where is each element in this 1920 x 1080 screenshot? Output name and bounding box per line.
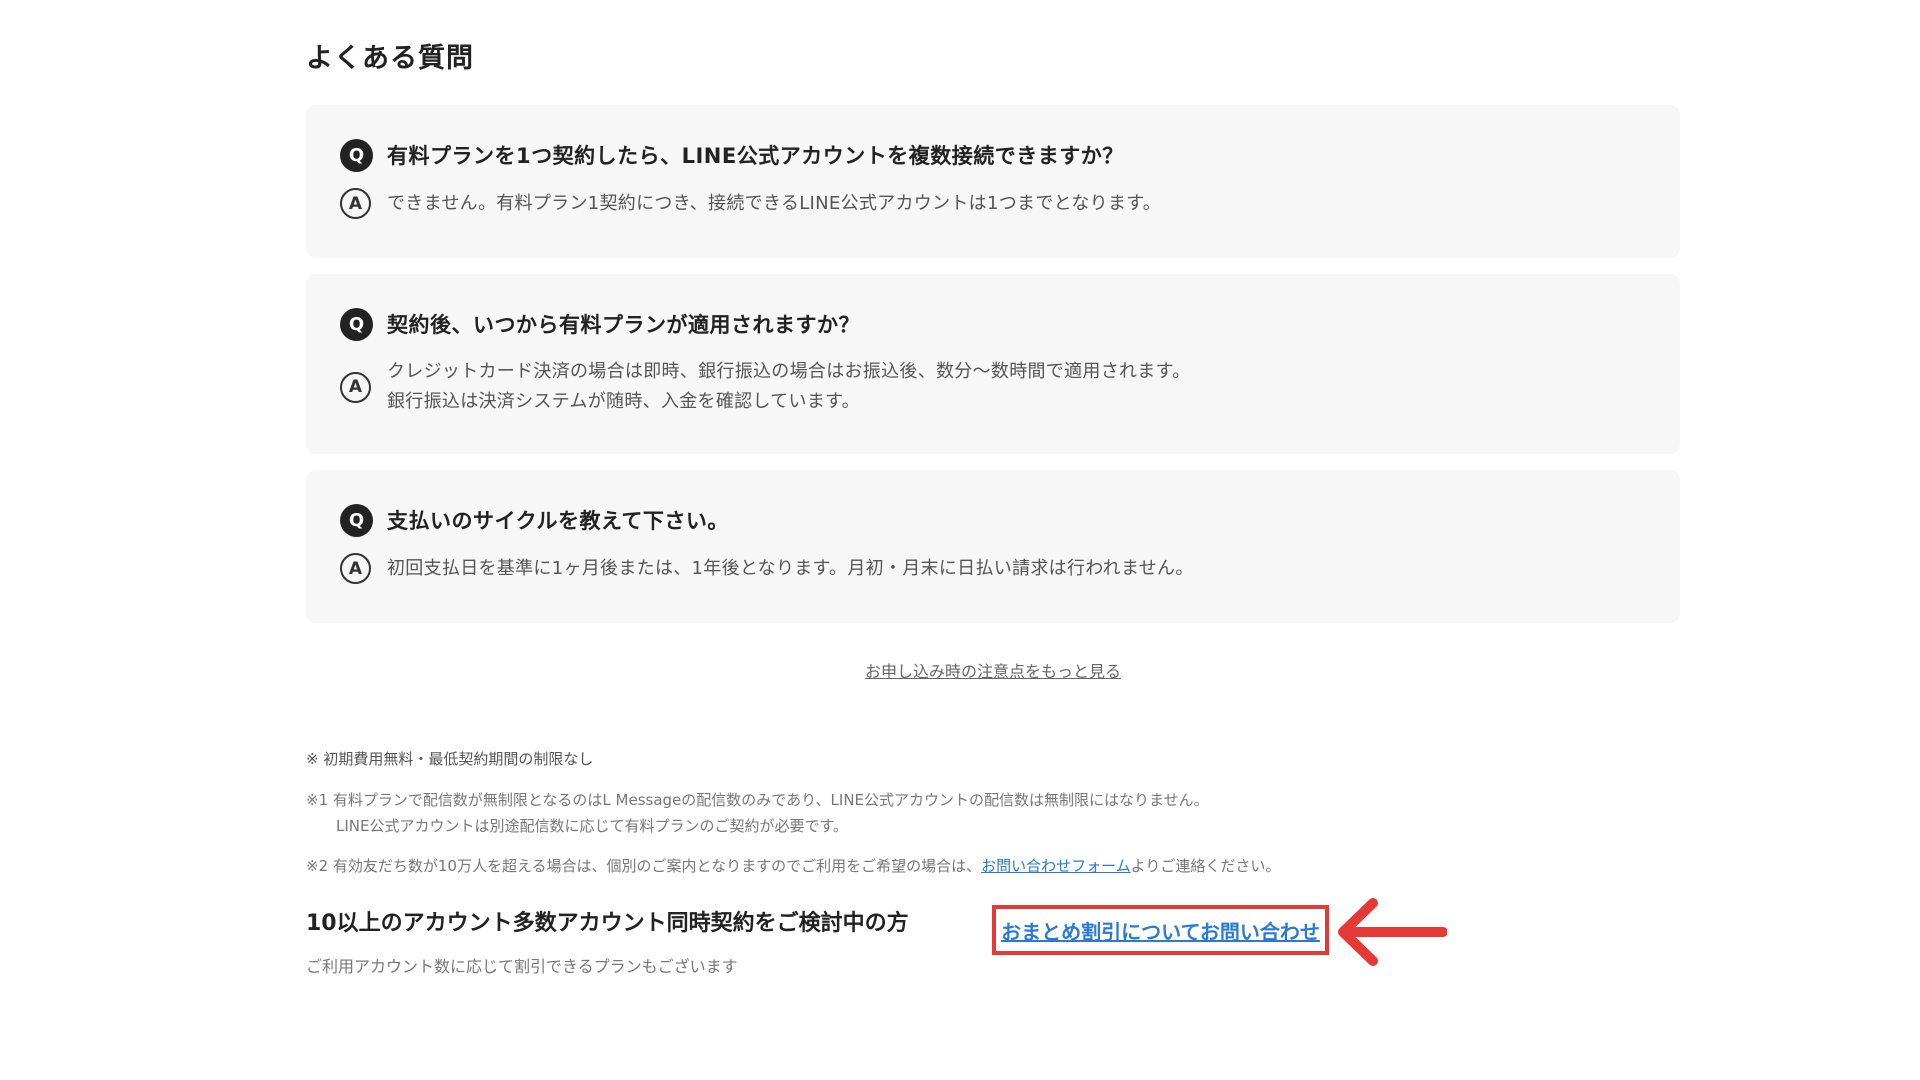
- faq-answer-row: A 初回支払日を基準に1ヶ月後または、1年後となります。月初・月末に日払い請求は…: [340, 553, 1646, 584]
- bulk-contract-title: 10以上のアカウント多数アカウント同時契約をご検討中の方: [306, 911, 909, 936]
- left-arrow-icon: [1338, 898, 1447, 966]
- bulk-discount-inquiry-link[interactable]: おまとめ割引についてお問い合わせ: [1001, 916, 1320, 945]
- faq-answer-row: A クレジットカード決済の場合は即時、銀行振込の場合はお振込後、数分〜数時間で適…: [340, 357, 1646, 417]
- contact-form-link[interactable]: お問い合わせフォーム: [981, 857, 1131, 875]
- faq-answer-line: 初回支払日を基準に1ヶ月後または、1年後となります。月初・月末に日払い請求は行わ…: [387, 557, 1194, 579]
- page: よくある質問 Q 有料プランを1つ契約したら、LINE公式アカウントを複数接続で…: [0, 0, 1920, 1080]
- faq-question: 支払いのサイクルを教えて下さい。: [387, 509, 729, 533]
- note-1: ※1 有料プランで配信数が無制限となるのはL Messageの配信数のみであり、…: [306, 787, 1680, 839]
- note-1-line-1: ※1 有料プランで配信数が無制限となるのはL Messageの配信数のみであり、…: [306, 791, 1209, 809]
- highlight-box: おまとめ割引についてお問い合わせ: [992, 905, 1329, 955]
- more-notes-link[interactable]: お申し込み時の注意点をもっと見る: [865, 662, 1121, 681]
- bulk-contract-section: 10以上のアカウント多数アカウント同時契約をご検討中の方 ご利用アカウント数に応…: [306, 898, 1680, 995]
- faq-item: Q 契約後、いつから有料プランが適用されますか？ A クレジットカード決済の場合…: [306, 274, 1680, 454]
- note-2: ※2 有効友だち数が10万人を超える場合は、個別のご案内となりますのでご利用をご…: [306, 853, 1680, 879]
- more-link-wrap: お申し込み時の注意点をもっと見る: [306, 658, 1680, 688]
- faq-title: よくある質問: [306, 43, 474, 74]
- notes: ※ 初期費用無料・最低契約期間の制限なし ※1 有料プランで配信数が無制限となる…: [306, 748, 1680, 879]
- answer-icon: A: [340, 188, 371, 219]
- faq-answer-row: A できません。有料プラン1契約につき、接続できるLINE公式アカウントは1つま…: [340, 188, 1646, 219]
- question-icon: Q: [340, 503, 373, 537]
- faq-answer-line: クレジットカード決済の場合は即時、銀行振込の場合はお振込後、数分〜数時間で適用さ…: [387, 361, 1191, 382]
- notes-lead: ※ 初期費用無料・最低契約期間の制限なし: [306, 750, 594, 768]
- question-icon: Q: [340, 138, 373, 172]
- faq-item: Q 支払いのサイクルを教えて下さい。 A 初回支払日を基準に1ヶ月後または、1年…: [306, 470, 1680, 623]
- faq-answer: クレジットカード決済の場合は即時、銀行振込の場合はお振込後、数分〜数時間で適用さ…: [387, 357, 1190, 417]
- faq-question: 契約後、いつから有料プランが適用されますか？: [387, 313, 860, 337]
- faq-question: 有料プランを1つ契約したら、LINE公式アカウントを複数接続できますか？: [387, 144, 1124, 168]
- note-1-line-2: LINE公式アカウントは別途配信数に応じて有料プランのご契約が必要です。: [336, 817, 848, 835]
- faq-answer: 初回支払日を基準に1ヶ月後または、1年後となります。月初・月末に日払い請求は行わ…: [387, 554, 1194, 584]
- note-2-text-before: ※2 有効友だち数が10万人を超える場合は、個別のご案内となりますのでご利用をご…: [306, 857, 982, 875]
- note-2-text-after: よりご連絡ください。: [1130, 857, 1281, 875]
- bulk-contract-subtitle: ご利用アカウント数に応じて割引できるプランもございます: [306, 957, 738, 976]
- answer-icon: A: [340, 371, 371, 403]
- content: よくある質問 Q 有料プランを1つ契約したら、LINE公式アカウントを複数接続で…: [306, 36, 1680, 893]
- faq-question-row: Q 契約後、いつから有料プランが適用されますか？: [340, 307, 1646, 341]
- faq-answer: できません。有料プラン1契約につき、接続できるLINE公式アカウントは1つまでと…: [387, 189, 1161, 219]
- faq-answer-line: できません。有料プラン1契約につき、接続できるLINE公式アカウントは1つまでと…: [387, 192, 1162, 214]
- answer-icon: A: [340, 553, 371, 584]
- faq-item: Q 有料プランを1つ契約したら、LINE公式アカウントを複数接続できますか？ A…: [306, 105, 1680, 258]
- faq-question-row: Q 支払いのサイクルを教えて下さい。: [340, 503, 1646, 537]
- faq-answer-line: 銀行振込は決済システムが随時、入金を確認しています。: [387, 391, 860, 412]
- faq-question-row: Q 有料プランを1つ契約したら、LINE公式アカウントを複数接続できますか？: [340, 138, 1646, 172]
- question-icon: Q: [340, 307, 373, 341]
